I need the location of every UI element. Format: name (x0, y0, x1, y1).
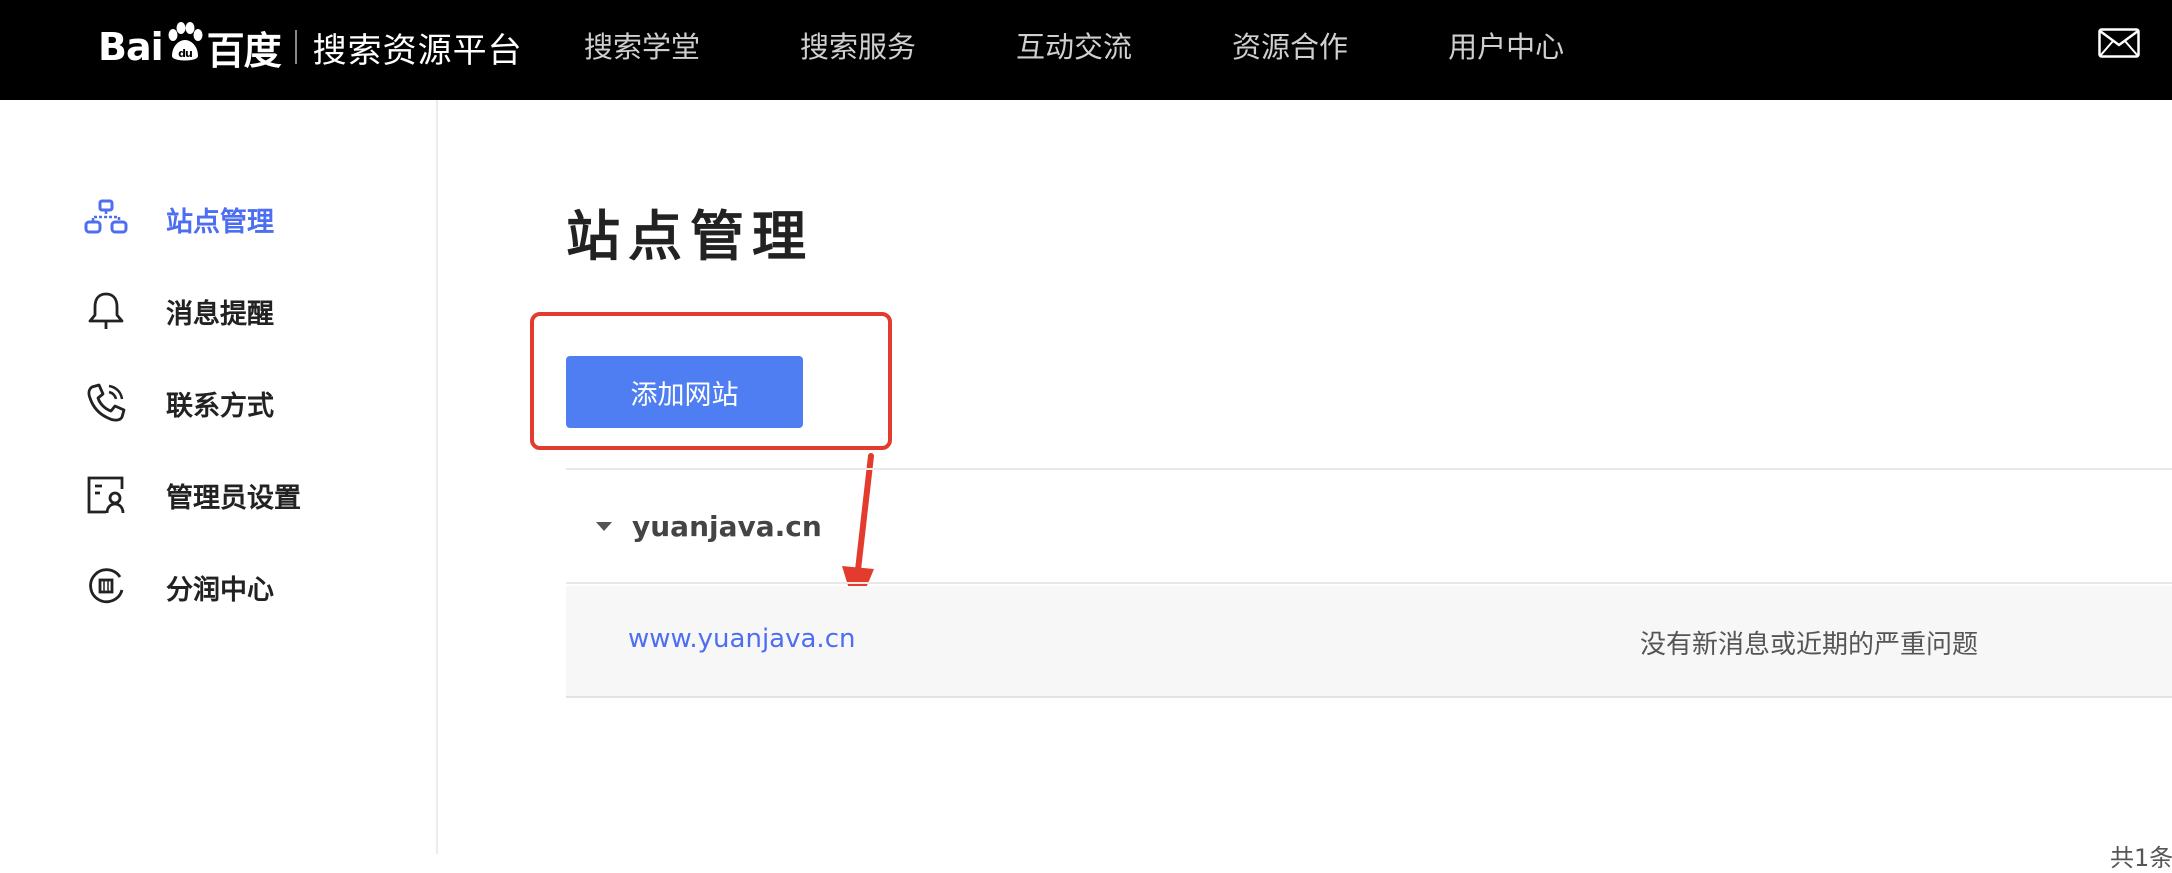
pager-total-text: 共1条 (2110, 844, 2172, 872)
sitemap-icon (84, 199, 128, 234)
page-title: 站点管理 (566, 205, 814, 268)
site-group-name: yuanjava.cn (632, 509, 822, 543)
sidebar-item-site-management[interactable]: 站点管理 (84, 194, 274, 244)
top-nav-menu: 搜索学堂 搜索服务 互动交流 资源合作 用户中心 (584, 24, 1664, 70)
site-group-row[interactable]: yuanjava.cn (566, 470, 2172, 584)
topnav-item-community[interactable]: 互动交流 (1016, 24, 1132, 70)
bell-icon (88, 292, 124, 329)
phone-icon (87, 383, 126, 422)
sidebar-item-label: 管理员设置 (166, 482, 301, 514)
topnav-item-services[interactable]: 搜索服务 (800, 24, 916, 70)
caret-down-icon[interactable] (596, 521, 612, 531)
annotation-highlight-box (530, 312, 892, 450)
sidebar-item-label: 消息提醒 (166, 298, 274, 330)
logo-text-right: 百度 (206, 28, 282, 73)
sidebar-item-label: 分润中心 (166, 574, 274, 606)
top-navigation-bar: Bai du 百度 搜索资源平台 搜索学堂 搜索服务 互动交流 资源合作 用户中… (0, 0, 2172, 100)
topnav-item-learning[interactable]: 搜索学堂 (584, 24, 700, 70)
sidebar-item-label: 联系方式 (166, 390, 274, 422)
sidebar-item-label: 站点管理 (166, 206, 274, 238)
sidebar: 站点管理 消息提醒 联系方式 管理员设置 分润中心 (0, 100, 438, 854)
sidebar-item-admin-settings[interactable]: 管理员设置 (84, 470, 301, 520)
admin-id-icon (87, 476, 125, 514)
site-status-text: 没有新消息或近期的严重问题 (1640, 630, 1979, 660)
paw-icon: du (168, 22, 203, 61)
revenue-icon (89, 568, 124, 604)
logo-text-left: Bai (98, 25, 164, 69)
site-row: www.yuanjava.cn 没有新消息或近期的严重问题 (566, 586, 2172, 698)
platform-name: 搜索资源平台 (312, 30, 523, 71)
logo-paw-text: du (178, 47, 192, 60)
sidebar-item-contact[interactable]: 联系方式 (84, 378, 274, 428)
mail-icon[interactable] (2098, 28, 2140, 58)
brand[interactable]: Bai du 百度 搜索资源平台 (98, 12, 523, 82)
baidu-logo: Bai du 百度 (98, 20, 282, 75)
sidebar-item-revenue-center[interactable]: 分润中心 (84, 562, 274, 612)
topnav-item-user-center[interactable]: 用户中心 (1448, 24, 1564, 70)
brand-divider (294, 30, 297, 64)
topnav-item-cooperation[interactable]: 资源合作 (1232, 24, 1348, 70)
sidebar-item-notifications[interactable]: 消息提醒 (84, 286, 274, 336)
site-url-link[interactable]: www.yuanjava.cn (628, 624, 855, 654)
